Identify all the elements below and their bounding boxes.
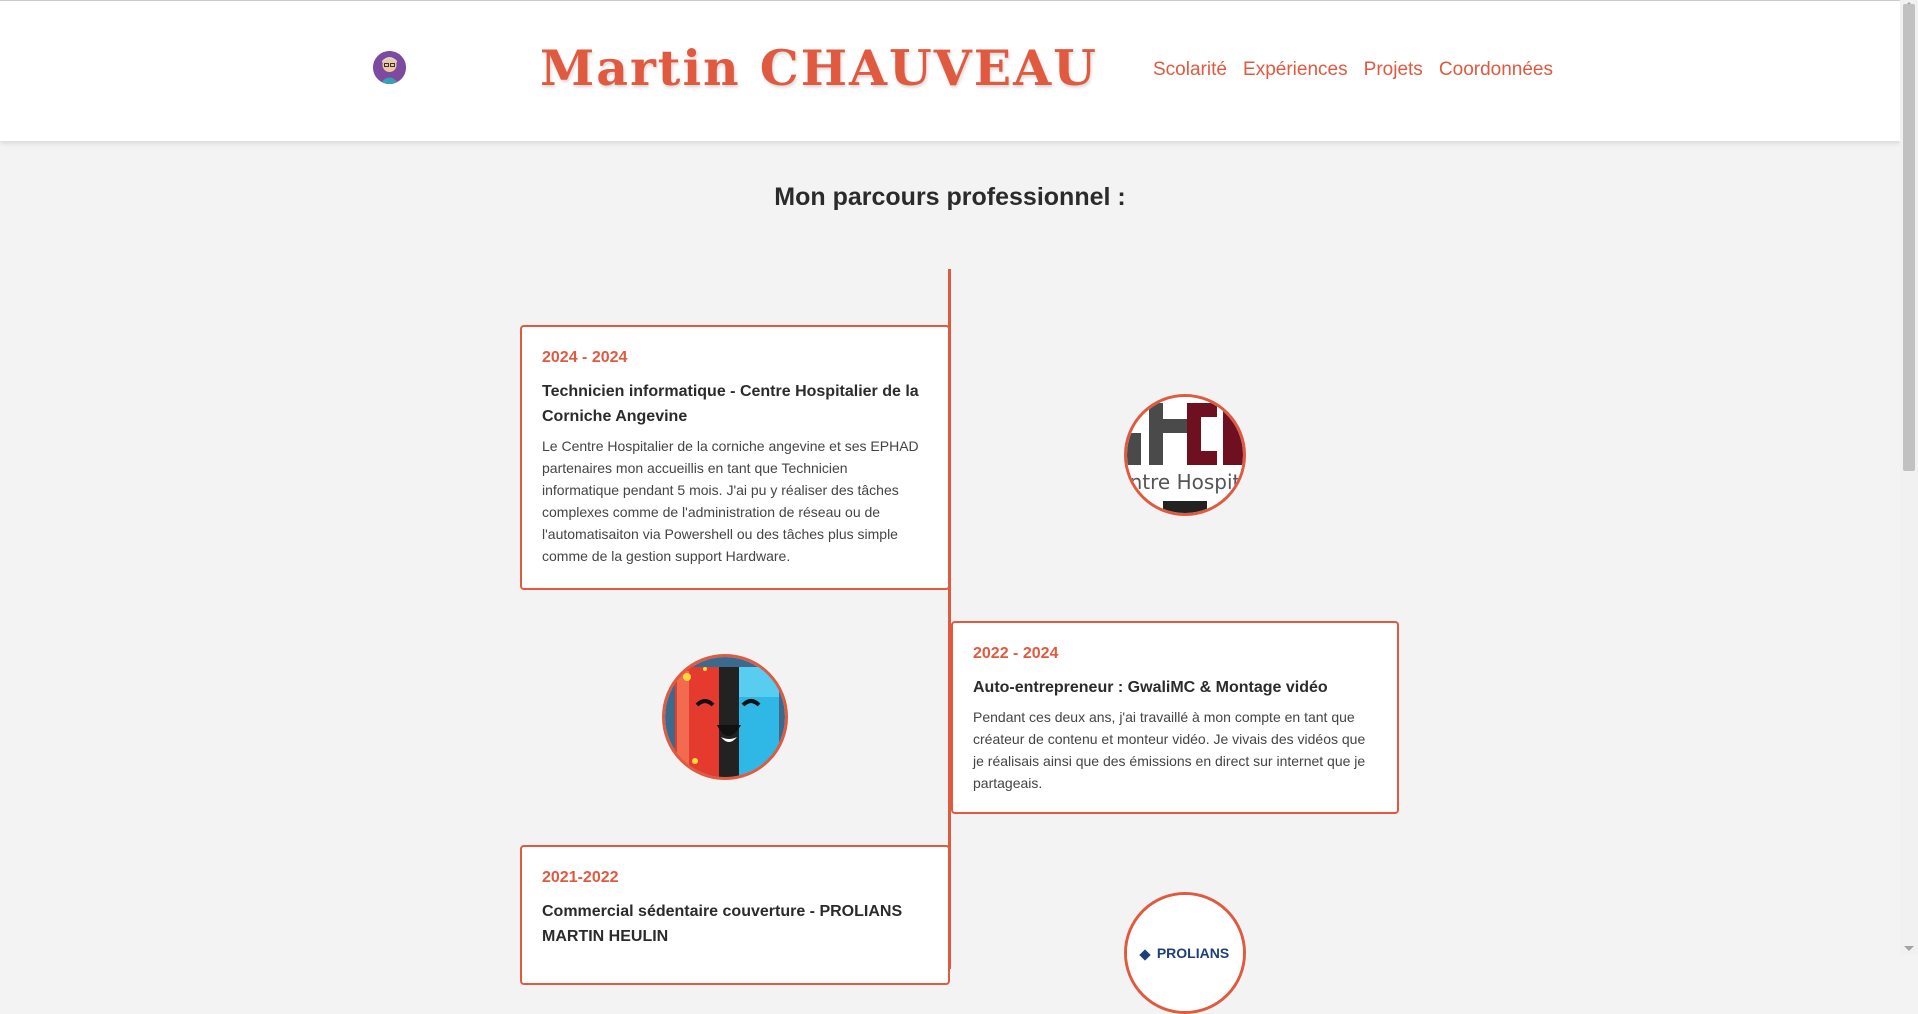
site-header: Martin CHAUVEAU Scolarité Expériences Pr… (0, 1, 1900, 141)
gwalimc-logo (662, 654, 788, 780)
section-title: Mon parcours professionnel : (774, 183, 1126, 211)
experience-card-3: 2021-2022 Commercial sédentaire couvertu… (520, 845, 950, 985)
experience-date: 2022 - 2024 (973, 645, 1059, 662)
experience-description: Le Centre Hospitalier de la corniche ang… (542, 438, 919, 564)
centre-hospitalier-logo: ntre Hospit (1124, 394, 1246, 516)
nav-projets[interactable]: Projets (1364, 59, 1423, 80)
nav-experiences[interactable]: Expériences (1243, 59, 1348, 80)
scroll-down-arrow-icon[interactable] (1904, 946, 1914, 951)
main-nav: Scolarité Expériences Projets Coordonnée… (1153, 59, 1564, 81)
site-title: Martin CHAUVEAU (540, 39, 1098, 97)
experience-description: Pendant ces deux ans, j'ai travaillé à m… (973, 709, 1366, 791)
experience-date: 2021-2022 (542, 869, 619, 886)
avatar-icon[interactable] (373, 51, 406, 84)
experience-title: Auto-entrepreneur : GwaliMC & Montage vi… (973, 679, 1328, 696)
logo-text: ntre Hospit (1130, 470, 1241, 494)
experience-title: Commercial sédentaire couverture - PROLI… (542, 903, 903, 945)
experience-title: Technicien informatique - Centre Hospita… (542, 383, 919, 425)
experience-card-2: 2022 - 2024 Auto-entrepreneur : GwaliMC … (951, 621, 1399, 814)
experience-card-1: 2024 - 2024 Technicien informatique - Ce… (520, 325, 950, 590)
nav-coordonnees[interactable]: Coordonnées (1439, 59, 1553, 80)
nav-scolarite[interactable]: Scolarité (1153, 59, 1227, 80)
experience-date: 2024 - 2024 (542, 349, 628, 366)
logo-text: PROLIANS (1157, 945, 1229, 961)
prolians-logo: PROLIANS (1124, 892, 1246, 1014)
scrollbar-thumb[interactable] (1903, 4, 1915, 471)
